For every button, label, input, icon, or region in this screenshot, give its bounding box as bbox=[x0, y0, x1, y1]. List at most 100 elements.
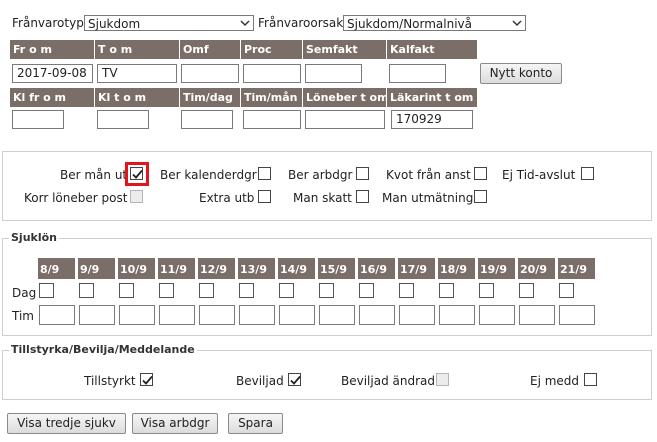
header-lakarint-tom: Läkarint t om bbox=[387, 88, 477, 107]
man-utmatning-label: Man utmätning bbox=[382, 191, 474, 205]
tillstyrkt-checkbox[interactable] bbox=[140, 373, 153, 386]
franvarotyp-value: Sjukdom bbox=[88, 17, 141, 31]
day-checkbox[interactable] bbox=[559, 283, 574, 298]
header-loneber-tom: Löneber t om bbox=[303, 88, 389, 107]
day-checkbox[interactable] bbox=[39, 283, 54, 298]
header-tom: T o m bbox=[95, 40, 179, 59]
loneber-tom-input[interactable] bbox=[305, 110, 385, 129]
header-tim-dag: Tim/dag bbox=[180, 88, 240, 107]
day-checkbox[interactable] bbox=[79, 283, 94, 298]
tillstyrkt-label: Tillstyrkt bbox=[84, 374, 136, 388]
day-tim-input[interactable] bbox=[439, 305, 475, 325]
checkmark-icon bbox=[290, 375, 301, 385]
lakarint-tom-input[interactable]: 170929 bbox=[391, 110, 473, 129]
from-date-input[interactable]: 2017-09-08 bbox=[12, 64, 93, 83]
day-checkbox[interactable] bbox=[439, 283, 454, 298]
visa-tredje-sjukv-button[interactable]: Visa tredje sjukv bbox=[7, 413, 126, 434]
ber-kalenderdgr-checkbox[interactable] bbox=[258, 167, 271, 180]
day-tim-input[interactable] bbox=[399, 305, 435, 325]
nytt-konto-button[interactable]: Nytt konto bbox=[480, 63, 562, 84]
day-header: 20/9 bbox=[518, 258, 555, 279]
day-tim-input[interactable] bbox=[79, 305, 115, 325]
day-tim-input[interactable] bbox=[279, 305, 315, 325]
ber-arbdgr-checkbox[interactable] bbox=[356, 167, 369, 180]
checkmark-icon bbox=[142, 375, 153, 385]
day-header: 13/9 bbox=[238, 258, 275, 279]
ej-medd-checkbox[interactable] bbox=[584, 373, 597, 386]
tim-man-input[interactable] bbox=[243, 110, 301, 129]
extra-utb-label: Extra utb bbox=[199, 191, 255, 205]
omf-input[interactable] bbox=[181, 64, 239, 83]
franvaroorsak-value: Sjukdom/Normalnivå bbox=[347, 17, 473, 31]
day-tim-input[interactable] bbox=[559, 305, 595, 325]
ber-man-ut-label: Ber mån ut bbox=[60, 168, 128, 182]
day-checkbox[interactable] bbox=[119, 283, 134, 298]
ej-tid-avslut-checkbox[interactable] bbox=[581, 167, 594, 180]
ber-arbdgr-label: Ber arbdgr bbox=[288, 168, 353, 182]
day-tim-input[interactable] bbox=[119, 305, 155, 325]
beviljad-checkbox[interactable] bbox=[288, 373, 301, 386]
beviljad-andrad-checkbox[interactable] bbox=[436, 373, 449, 386]
day-checkbox[interactable] bbox=[359, 283, 374, 298]
franvaroorsak-select[interactable]: Sjukdom/Normalnivå bbox=[343, 15, 526, 31]
day-tim-input[interactable] bbox=[199, 305, 235, 325]
extra-utb-checkbox[interactable] bbox=[258, 190, 271, 203]
day-tim-input[interactable] bbox=[159, 305, 195, 325]
day-checkbox[interactable] bbox=[319, 283, 334, 298]
day-header: 14/9 bbox=[278, 258, 315, 279]
day-header: 12/9 bbox=[198, 258, 235, 279]
ber-kalenderdgr-label: Ber kalenderdgr bbox=[160, 168, 257, 182]
header-proc: Proc bbox=[241, 40, 302, 59]
tim-dag-input[interactable] bbox=[181, 110, 233, 129]
header-semfakt: Semfakt bbox=[303, 40, 386, 59]
checkmark-icon bbox=[132, 169, 143, 179]
dag-label: Dag bbox=[12, 286, 37, 300]
chevron-down-icon bbox=[512, 20, 522, 27]
semfakt-input[interactable] bbox=[305, 64, 362, 83]
korr-loneber-post-checkbox[interactable] bbox=[130, 190, 143, 203]
ber-man-ut-checkbox[interactable] bbox=[130, 167, 143, 180]
day-header: 16/9 bbox=[358, 258, 395, 279]
kvot-fran-anst-label: Kvot från anst bbox=[386, 168, 471, 182]
day-header: 9/9 bbox=[78, 258, 115, 279]
day-tim-input[interactable] bbox=[519, 305, 555, 325]
day-tim-input[interactable] bbox=[479, 305, 515, 325]
tim-label: Tim bbox=[12, 309, 34, 323]
day-tim-input[interactable] bbox=[39, 305, 75, 325]
man-utmatning-checkbox[interactable] bbox=[474, 190, 487, 203]
day-header: 21/9 bbox=[558, 258, 595, 279]
visa-arbdgr-button[interactable]: Visa arbdgr bbox=[132, 413, 218, 434]
beviljad-label: Beviljad bbox=[236, 374, 284, 388]
kl-tom-input[interactable] bbox=[97, 110, 149, 129]
day-checkbox[interactable] bbox=[159, 283, 174, 298]
franvaroorsak-label: Frånvaroorsak bbox=[258, 16, 344, 30]
day-tim-input[interactable] bbox=[319, 305, 355, 325]
day-tim-input[interactable] bbox=[239, 305, 275, 325]
day-checkbox[interactable] bbox=[519, 283, 534, 298]
header-tim-man: Tim/mån bbox=[241, 88, 302, 107]
options-fieldset bbox=[2, 151, 652, 221]
kvot-fran-anst-checkbox[interactable] bbox=[474, 167, 487, 180]
day-checkbox[interactable] bbox=[279, 283, 294, 298]
day-header: 11/9 bbox=[158, 258, 195, 279]
franvarotyp-select[interactable]: Sjukdom bbox=[84, 15, 254, 31]
kl-from-input[interactable] bbox=[12, 110, 64, 129]
chevron-down-icon bbox=[240, 20, 250, 27]
kalfakt-input[interactable] bbox=[389, 64, 446, 83]
proc-input[interactable] bbox=[243, 64, 301, 83]
day-tim-input[interactable] bbox=[359, 305, 395, 325]
franvarotyp-label: Frånvarotyp bbox=[12, 16, 84, 30]
day-header: 15/9 bbox=[318, 258, 355, 279]
day-checkbox[interactable] bbox=[199, 283, 214, 298]
sjuklon-legend: Sjuklön bbox=[9, 231, 59, 244]
day-header: 17/9 bbox=[398, 258, 435, 279]
spara-button[interactable]: Spara bbox=[228, 413, 283, 434]
header-kalfakt: Kalfakt bbox=[387, 40, 477, 59]
header-from: Fr o m bbox=[10, 40, 94, 59]
man-skatt-checkbox[interactable] bbox=[356, 190, 369, 203]
tom-date-input[interactable]: TV bbox=[97, 64, 177, 83]
day-checkbox[interactable] bbox=[479, 283, 494, 298]
day-checkbox[interactable] bbox=[239, 283, 254, 298]
day-checkbox[interactable] bbox=[399, 283, 414, 298]
ej-medd-label: Ej medd bbox=[530, 374, 580, 388]
